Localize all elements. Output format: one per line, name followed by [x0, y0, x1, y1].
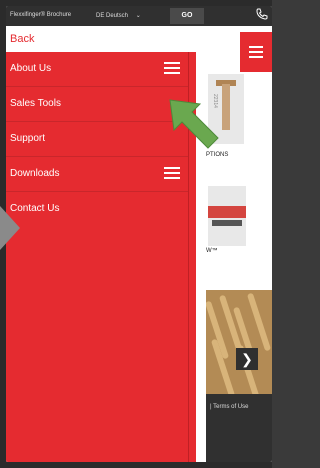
wheat-image	[206, 290, 272, 394]
menu-item-support[interactable]: Support	[6, 122, 188, 157]
screen: Flexxifinger® Brochure DE Deutsch ⌄ GO 2…	[6, 6, 272, 462]
product-caption-1: PTIONS	[206, 152, 229, 158]
menu-item-label: Sales Tools	[10, 98, 61, 109]
terms-of-use-link[interactable]: | Terms of Use	[210, 404, 248, 410]
menu-item-about-us[interactable]: About Us	[6, 52, 188, 87]
menu-item-label: Downloads	[10, 168, 60, 179]
menu-divider	[188, 26, 189, 462]
scroll-left-arrow-icon	[0, 206, 20, 250]
chevron-down-icon: ⌄	[135, 13, 141, 19]
back-label: Back	[10, 33, 35, 45]
side-menu: Back About Us Sales Tools Support Downlo…	[6, 26, 196, 462]
product-caption-2: W™	[206, 248, 218, 254]
menu-item-label: Support	[10, 133, 46, 144]
language-label: DE Deutsch	[96, 13, 129, 19]
carousel-next-button[interactable]: ❯	[236, 348, 258, 370]
submenu-hamburger-icon[interactable]	[164, 62, 180, 74]
menu-item-downloads[interactable]: Downloads	[6, 157, 188, 192]
menu-item-contact-us[interactable]: Contact Us	[6, 192, 188, 226]
device-frame: Flexxifinger® Brochure DE Deutsch ⌄ GO 2…	[0, 0, 272, 468]
phone-icon[interactable]	[256, 8, 268, 20]
menu-item-label: About Us	[10, 63, 52, 74]
back-button[interactable]: Back	[6, 26, 196, 52]
go-button[interactable]: GO	[170, 8, 204, 24]
annotation-arrow-icon	[169, 99, 219, 149]
language-select[interactable]: DE Deutsch ⌄	[96, 12, 141, 19]
submenu-hamburger-icon[interactable]	[164, 167, 180, 179]
menu-item-sales-tools[interactable]: Sales Tools	[6, 87, 188, 122]
top-bar: Flexxifinger® Brochure DE Deutsch ⌄ GO	[6, 6, 272, 26]
brochure-link[interactable]: Flexxifinger® Brochure	[10, 12, 71, 18]
product-image-2[interactable]	[208, 186, 246, 246]
page-hamburger-button[interactable]	[240, 32, 272, 72]
